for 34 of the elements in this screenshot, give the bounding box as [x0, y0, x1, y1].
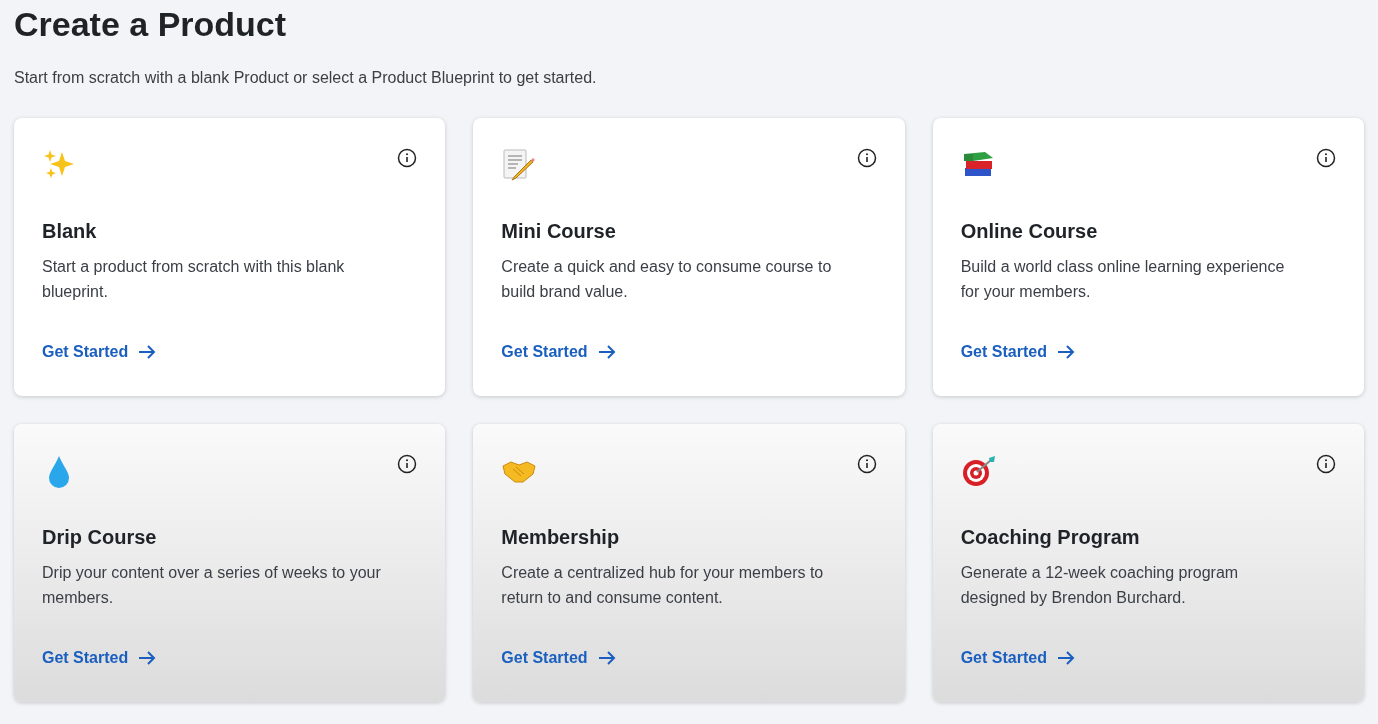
- info-icon[interactable]: [1316, 148, 1336, 168]
- page-title: Create a Product: [14, 4, 288, 45]
- info-icon[interactable]: [397, 454, 418, 474]
- target-icon: [960, 454, 997, 488]
- card-description: Build a world class online learning experience for your members.: [960, 257, 1286, 302]
- card-title: Coaching Program: [960, 525, 1141, 550]
- card-description: Start a product from scratch with this blank blueprint.: [42, 257, 346, 302]
- card-title: Mini Course: [501, 219, 617, 244]
- info-icon[interactable]: [397, 148, 418, 168]
- notepad-pencil-icon: [501, 148, 538, 182]
- arrow-right-icon[interactable]: [138, 345, 157, 359]
- arrow-right-icon[interactable]: [1056, 345, 1075, 359]
- card-title: Membership: [501, 525, 621, 550]
- get-started-link[interactable]: Get Started: [42, 646, 157, 670]
- get-started-link[interactable]: Get Started: [501, 646, 616, 670]
- card-title: Online Course: [960, 219, 1099, 244]
- card-title: Blank: [42, 219, 98, 244]
- arrow-right-icon[interactable]: [597, 345, 616, 359]
- info-icon[interactable]: [1316, 454, 1336, 474]
- card-title: Drip Course: [42, 525, 158, 550]
- card-description: Create a quick and easy to consume course to build brand value.: [501, 257, 833, 302]
- get-started-link[interactable]: Get Started: [501, 340, 616, 364]
- info-icon[interactable]: [856, 454, 877, 474]
- arrow-right-icon[interactable]: [597, 651, 616, 665]
- info-icon[interactable]: [856, 148, 877, 168]
- arrow-right-icon[interactable]: [1056, 651, 1075, 665]
- page-subtitle: Start from scratch with a blank Product or select a Product Blueprint to get started.: [14, 68, 598, 88]
- arrow-right-icon[interactable]: [138, 651, 157, 665]
- get-started-link[interactable]: Get Started: [42, 340, 157, 364]
- card-description: Generate a 12-week coaching program designed by Brendon Burchard.: [960, 563, 1240, 608]
- card-description: Drip your content over a series of weeks to your members.: [42, 563, 382, 608]
- get-started-link[interactable]: Get Started: [960, 340, 1075, 364]
- get-started-link[interactable]: Get Started: [960, 646, 1075, 670]
- card-description: Create a centralized hub for your members to return to and consume content.: [501, 563, 825, 608]
